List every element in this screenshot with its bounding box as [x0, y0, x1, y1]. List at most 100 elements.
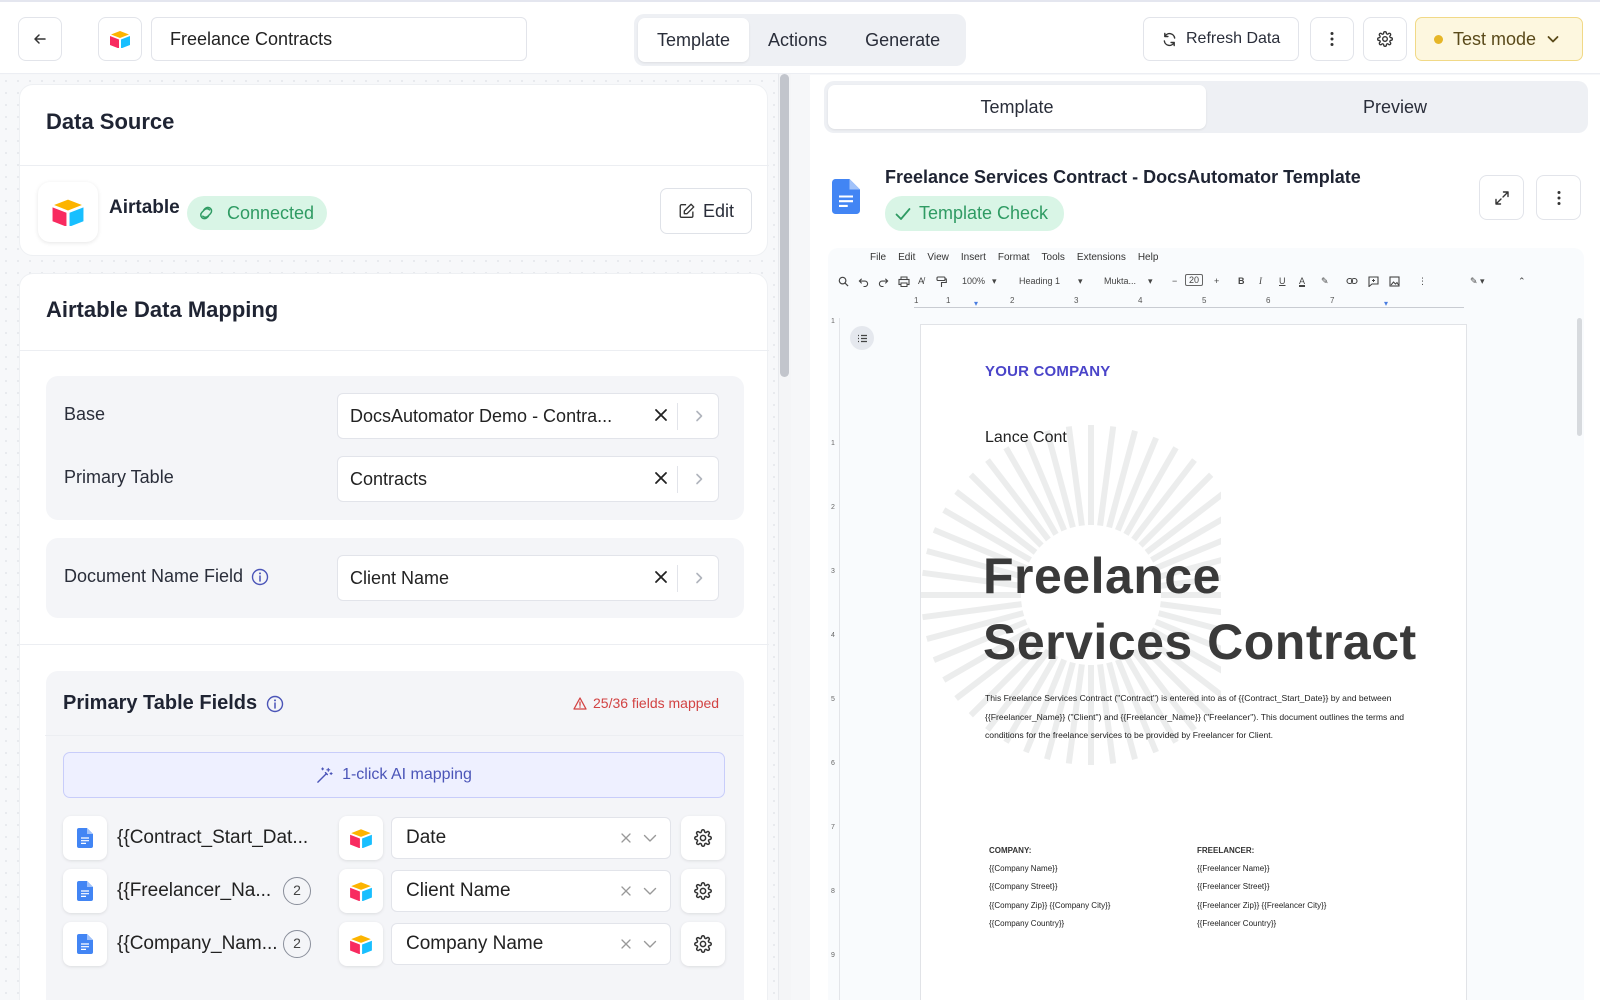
spellcheck-icon[interactable]: A̸	[918, 276, 924, 286]
separator	[677, 466, 678, 493]
base-select[interactable]: DocsAutomator Demo - Contra...	[337, 393, 719, 439]
text-color-icon[interactable]: A	[1299, 276, 1305, 286]
base-table-group: Base DocsAutomator Demo - Contra... Prim…	[46, 376, 744, 520]
chevron-right-icon[interactable]	[693, 472, 705, 486]
info-icon[interactable]	[266, 695, 284, 713]
collapse-toolbar-icon[interactable]: ⌃	[1518, 276, 1526, 287]
caret-down-icon[interactable]: ▾	[1078, 276, 1083, 287]
gdoc-scrollbar[interactable]	[1577, 318, 1582, 436]
tab-preview[interactable]: Preview	[1206, 85, 1584, 129]
arrow-left-icon	[34, 34, 46, 44]
underline-icon[interactable]: U	[1279, 276, 1286, 286]
gdoc-menu-view[interactable]: View	[927, 252, 949, 263]
redo-icon[interactable]	[878, 276, 889, 287]
google-doc-badge	[63, 869, 107, 913]
refresh-data-button[interactable]: Refresh Data	[1143, 17, 1299, 61]
paint-format-icon[interactable]	[936, 276, 947, 288]
clear-icon[interactable]	[620, 885, 632, 897]
increase-size-icon[interactable]: +	[1214, 276, 1219, 286]
divider	[20, 165, 769, 166]
gdoc-menu-help[interactable]: Help	[1138, 252, 1159, 263]
gdoc-menu-insert[interactable]: Insert	[961, 252, 986, 263]
back-button[interactable]	[18, 17, 62, 61]
decrease-size-icon[interactable]: −	[1172, 276, 1177, 286]
open-external-button[interactable]	[1479, 175, 1524, 220]
caret-down-icon[interactable]: ▾	[1148, 276, 1153, 287]
airtable-logo-icon	[350, 829, 372, 848]
paragraph-style-select[interactable]: Heading 1	[1019, 276, 1060, 286]
field-settings-button[interactable]	[681, 869, 725, 913]
clear-icon[interactable]	[654, 408, 668, 422]
zoom-select[interactable]: 100%	[962, 276, 985, 286]
comment-icon[interactable]	[1368, 276, 1379, 287]
panel-scroll-thumb[interactable]	[780, 74, 789, 377]
template-document-title: Freelance Services Contract - DocsAutoma…	[885, 167, 1361, 187]
link-icon	[200, 206, 213, 220]
data-source-card: Data Source Airtable Connected Edit	[19, 84, 769, 256]
template-more-button[interactable]	[1536, 175, 1581, 220]
undo-icon[interactable]	[858, 276, 869, 287]
chevron-down-icon[interactable]	[643, 938, 657, 950]
search-icon[interactable]	[838, 276, 849, 287]
ruler-tick: 7	[1330, 296, 1335, 305]
document-name-select[interactable]: Client Name	[337, 555, 719, 601]
clear-icon[interactable]	[654, 570, 668, 584]
connected-badge: Connected	[187, 196, 327, 230]
freelancer-column-title: FREELANCER:	[1197, 846, 1255, 855]
field-select[interactable]: Company Name	[391, 923, 671, 965]
tab-actions[interactable]: Actions	[749, 18, 846, 62]
indent-marker-icon[interactable]: ▾	[974, 299, 978, 308]
field-select[interactable]: Client Name	[391, 870, 671, 912]
font-select[interactable]: Mukta...	[1104, 276, 1136, 286]
airtable-logo-icon	[350, 882, 372, 901]
tab-template[interactable]: Template	[638, 18, 750, 62]
primary-table-select[interactable]: Contracts	[337, 456, 719, 502]
field-select[interactable]: Date	[391, 817, 671, 859]
tab-template-view[interactable]: Template	[828, 85, 1206, 129]
clear-icon[interactable]	[620, 832, 632, 844]
tab-generate[interactable]: Generate	[846, 18, 959, 62]
chevron-right-icon[interactable]	[693, 571, 705, 585]
gdoc-menu-tools[interactable]: Tools	[1042, 252, 1065, 263]
font-size-input[interactable]: 20	[1185, 274, 1204, 286]
gdoc-menu-edit[interactable]: Edit	[898, 252, 915, 263]
print-icon[interactable]	[898, 276, 910, 287]
field-settings-button[interactable]	[681, 922, 725, 966]
caret-down-icon[interactable]: ▾	[992, 276, 997, 287]
more-options-button[interactable]	[1310, 17, 1354, 61]
template-check-badge[interactable]: Template Check	[885, 196, 1064, 231]
gdoc-menu-file[interactable]: File	[870, 252, 886, 263]
more-tools-icon[interactable]: ⋮	[1418, 276, 1427, 287]
indent-marker-icon[interactable]: ▾	[1384, 299, 1388, 308]
divider	[45, 735, 743, 736]
italic-icon[interactable]: I	[1259, 276, 1262, 286]
clear-icon[interactable]	[620, 938, 632, 950]
settings-button[interactable]	[1363, 17, 1407, 61]
edit-data-source-button[interactable]: Edit	[660, 188, 752, 234]
image-icon[interactable]	[1389, 276, 1400, 287]
gdoc-toolbar: A̸ 100% ▾ Heading 1 ▾ Mukta... ▾ − 20 + …	[838, 272, 1574, 294]
link-icon[interactable]	[1346, 277, 1358, 285]
info-icon[interactable]	[251, 568, 269, 586]
freelancer-line: {{Freelancer Zip}} {{Freelancer City}}	[1197, 901, 1327, 910]
gdoc-menu-extensions[interactable]: Extensions	[1077, 252, 1126, 263]
edit-label: Edit	[702, 200, 735, 221]
company-line: {{Company Country}}	[989, 919, 1065, 928]
document-outline-button[interactable]	[850, 326, 874, 350]
ai-mapping-button[interactable]: 1-click AI mapping	[63, 752, 725, 798]
company-column-title: COMPANY:	[989, 846, 1032, 855]
bold-icon[interactable]: B	[1238, 276, 1245, 286]
chevron-right-icon[interactable]	[693, 409, 705, 423]
chevron-down-icon[interactable]	[643, 832, 657, 844]
field-settings-button[interactable]	[681, 816, 725, 860]
chevron-down-icon[interactable]	[643, 885, 657, 897]
editing-mode-icon[interactable]: ✎ ▾	[1470, 276, 1485, 287]
chevron-down-icon	[1547, 36, 1559, 43]
document-heading-line-1: Freelance	[983, 548, 1221, 604]
document-title-input[interactable]: Freelance Contracts	[151, 17, 527, 61]
highlight-icon[interactable]: ✎	[1321, 276, 1329, 287]
clear-icon[interactable]	[654, 471, 668, 485]
test-mode-dropdown[interactable]: Test mode	[1415, 17, 1583, 61]
gdoc-menu-format[interactable]: Format	[998, 252, 1030, 263]
google-doc-badge	[63, 816, 107, 860]
